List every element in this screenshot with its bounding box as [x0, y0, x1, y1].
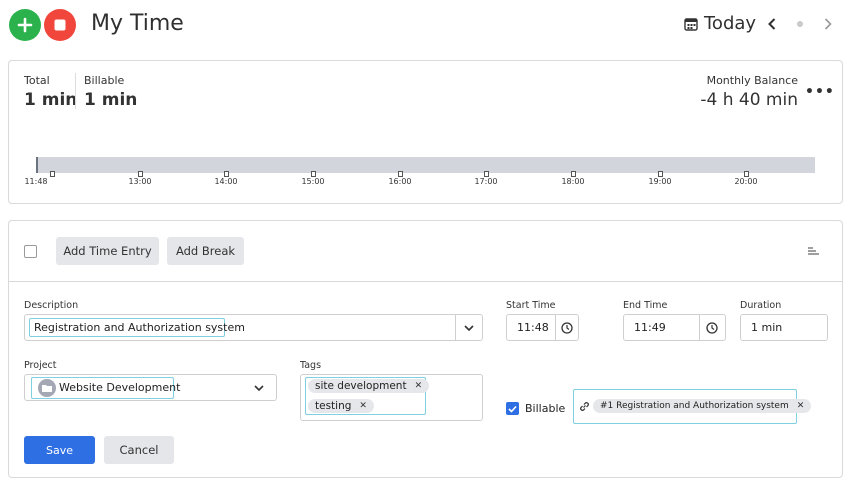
- plus-icon: [17, 17, 33, 33]
- monthly-balance-label: Monthly Balance: [706, 74, 798, 87]
- timeline-tick-label: 20:00: [734, 177, 758, 186]
- chevron-right-icon[interactable]: [823, 17, 833, 31]
- stop-icon: [54, 19, 66, 31]
- description-label: Description: [24, 300, 79, 311]
- chevron-down-icon[interactable]: [463, 322, 475, 334]
- project-select[interactable]: Website Development: [24, 374, 277, 401]
- description-value: Registration and Authorization system: [34, 321, 245, 334]
- sort-icon[interactable]: [808, 246, 819, 256]
- clock-icon[interactable]: [561, 322, 573, 334]
- tag-chip: testing ✕: [308, 399, 374, 413]
- start-time-label: Start Time: [506, 300, 556, 311]
- add-time-entry-button[interactable]: Add Time Entry: [56, 237, 159, 265]
- remove-link-icon[interactable]: ✕: [797, 401, 805, 411]
- linked-issue-box[interactable]: #1 Registration and Authorization system…: [573, 389, 812, 424]
- timeline-bar[interactable]: [36, 157, 815, 173]
- timeline-tick-label: 18:00: [561, 177, 585, 186]
- stop-timer-button[interactable]: [44, 9, 76, 41]
- description-dropdown-divider: [455, 315, 456, 340]
- linked-issue-label: #1 Registration and Authorization system: [600, 401, 789, 411]
- description-input[interactable]: Registration and Authorization system: [24, 314, 483, 341]
- today-label: Today: [704, 13, 757, 34]
- current-day-dot[interactable]: [797, 21, 803, 27]
- end-time-label: End Time: [623, 300, 668, 311]
- timeline-tick: [50, 171, 55, 177]
- calendar-icon: [684, 17, 698, 31]
- tag-chip: site development ✕: [308, 379, 430, 393]
- monthly-balance-value: -4 h 40 min: [700, 90, 798, 110]
- timeline-start-marker: [36, 157, 38, 173]
- billable-value: 1 min: [84, 90, 138, 110]
- add-break-button[interactable]: Add Break: [167, 237, 244, 265]
- duration-value: 1 min: [751, 321, 783, 334]
- timeline-tick-label: 16:00: [388, 177, 412, 186]
- save-button[interactable]: Save: [24, 436, 95, 464]
- check-icon: [508, 405, 517, 413]
- tags-input[interactable]: site development ✕ testing ✕: [300, 374, 483, 421]
- billable-label: Billable: [525, 402, 566, 415]
- toolbar-divider: [9, 281, 842, 282]
- duration-input[interactable]: 1 min: [740, 314, 828, 341]
- billable-checkbox[interactable]: [506, 402, 519, 415]
- today-button[interactable]: Today: [684, 13, 756, 34]
- project-label: Project: [24, 360, 57, 371]
- timeline-tick-label: 19:00: [648, 177, 672, 186]
- total-label: Total: [24, 74, 50, 87]
- timeline-tick-label: 15:00: [301, 177, 325, 186]
- time-entry-editor: Add Time Entry Add Break Description Reg…: [8, 220, 843, 478]
- tags-label: Tags: [300, 360, 322, 371]
- project-avatar: [38, 379, 56, 397]
- remove-tag-icon[interactable]: ✕: [415, 381, 423, 391]
- timeline-tick-label: 11:48: [24, 177, 48, 186]
- timeline-tick-label: 14:00: [214, 177, 238, 186]
- chevron-down-icon[interactable]: [253, 382, 265, 394]
- project-value: Website Development: [59, 381, 181, 394]
- stat-divider: [75, 73, 76, 109]
- remove-tag-icon[interactable]: ✕: [359, 401, 367, 411]
- start-time-value: 11:48: [517, 321, 549, 334]
- timeline-tick-label: 17:00: [474, 177, 498, 186]
- cancel-button[interactable]: Cancel: [104, 436, 174, 464]
- end-time-input[interactable]: 11:49: [623, 314, 726, 341]
- link-icon: [580, 402, 589, 411]
- clock-icon[interactable]: [706, 322, 718, 334]
- total-value: 1 min: [24, 90, 78, 110]
- chevron-left-icon[interactable]: [767, 17, 777, 31]
- end-time-value: 11:49: [634, 321, 666, 334]
- more-options-button[interactable]: •••: [805, 84, 835, 100]
- duration-label: Duration: [740, 300, 782, 311]
- linked-issue-chip: #1 Registration and Authorization system…: [593, 399, 812, 413]
- end-time-divider: [699, 315, 700, 340]
- summary-card: Total 1 min Billable 1 min Monthly Balan…: [8, 60, 843, 204]
- tag-label: testing: [315, 400, 352, 412]
- start-time-input[interactable]: 11:48: [506, 314, 579, 341]
- top-bar: My Time Today: [0, 0, 850, 52]
- folder-icon: [42, 385, 52, 392]
- select-all-checkbox[interactable]: [24, 245, 37, 258]
- page-title: My Time: [91, 11, 184, 36]
- start-timer-button[interactable]: [9, 9, 41, 41]
- tag-label: site development: [315, 380, 407, 392]
- timeline-tick-label: 13:00: [128, 177, 152, 186]
- billable-label: Billable: [84, 74, 125, 87]
- start-time-divider: [555, 315, 556, 340]
